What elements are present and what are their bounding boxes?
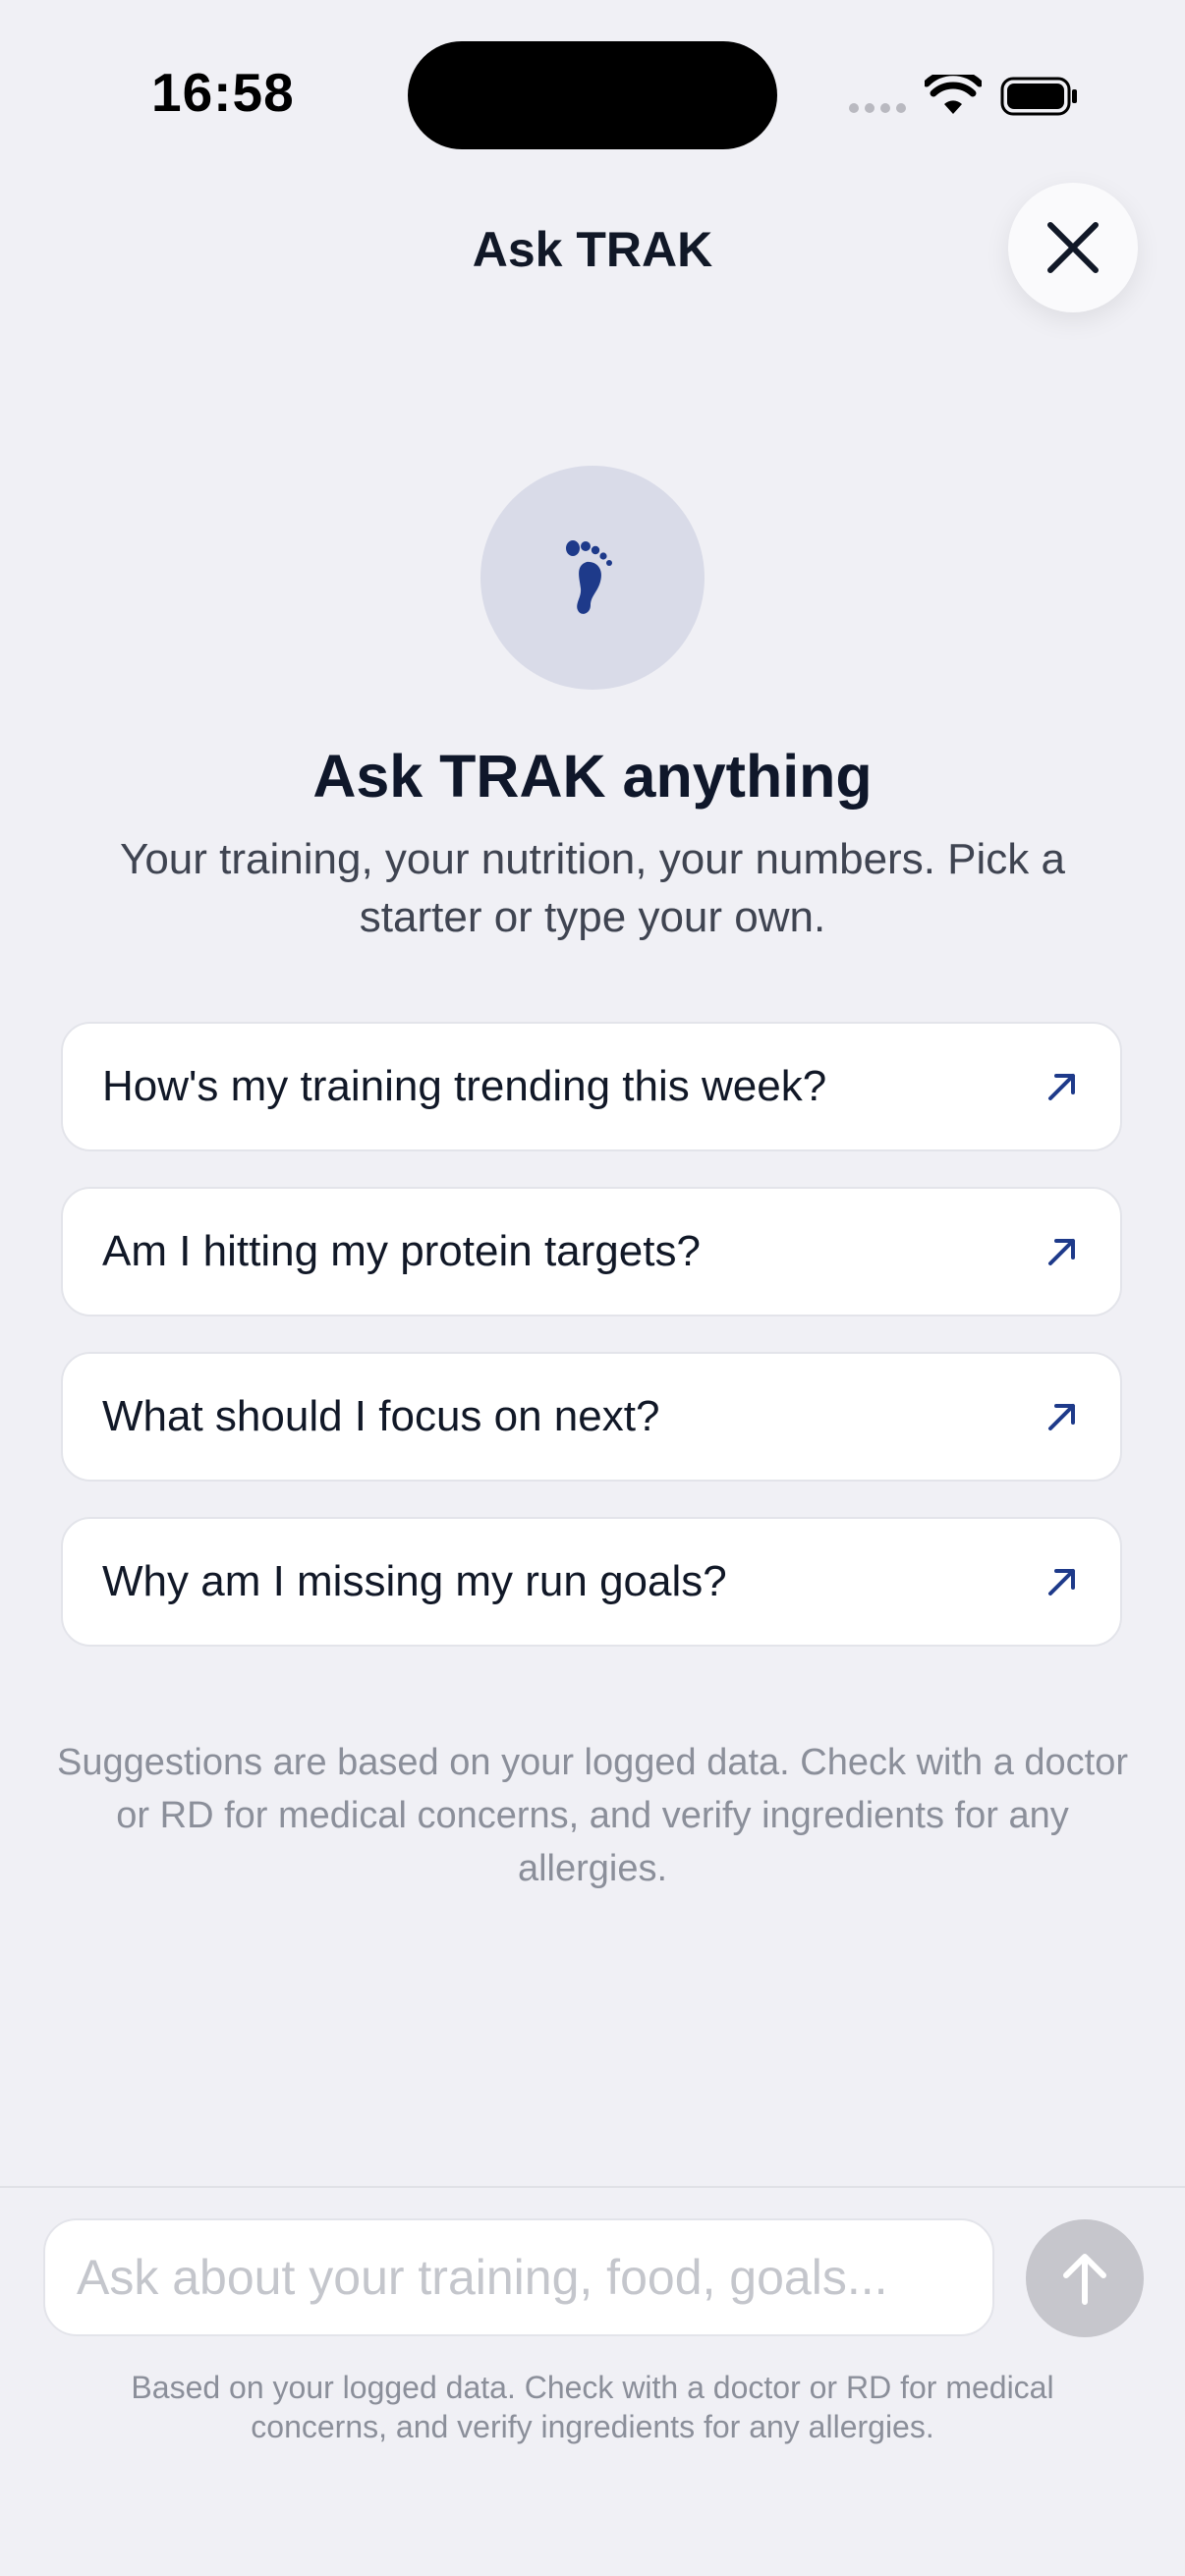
suggestion-training-trend[interactable]: How's my training trending this week? xyxy=(61,1022,1122,1151)
suggestion-focus-next[interactable]: What should I focus on next? xyxy=(61,1352,1122,1482)
arrow-up-right-icon xyxy=(1048,1404,1075,1430)
close-button[interactable] xyxy=(1008,183,1138,312)
arrow-up-icon xyxy=(1063,2254,1106,2305)
footprint-icon xyxy=(566,540,612,614)
footer-disclaimer: Based on your logged data. Check with a … xyxy=(131,2370,1054,2444)
suggestion-run-goals[interactable]: Why am I missing my run goals? xyxy=(61,1517,1122,1647)
suggestion-label: How's my training trending this week? xyxy=(102,1062,827,1110)
chat-input[interactable] xyxy=(43,2218,994,2336)
battery-icon xyxy=(1000,77,1077,116)
suggestions-disclaimer: Suggestions are based on your logged dat… xyxy=(56,1742,1129,1889)
wifi-icon xyxy=(925,75,982,114)
ask-trak-screen: 16:58 Ask TRAK Ask TRAK anything Your tr… xyxy=(0,0,1185,2576)
send-button[interactable] xyxy=(1026,2219,1144,2337)
dynamic-island xyxy=(408,41,777,149)
hero-avatar xyxy=(480,466,705,690)
composer-divider xyxy=(0,2186,1185,2188)
suggestion-label: What should I focus on next? xyxy=(102,1392,660,1440)
cellular-signal-icon xyxy=(849,103,906,113)
suggestion-label: Am I hitting my protein targets? xyxy=(102,1227,701,1275)
arrow-up-right-icon xyxy=(1048,1569,1075,1596)
hero-subtitle: Your training, your nutrition, your numb… xyxy=(120,835,1065,941)
close-icon xyxy=(1047,222,1099,273)
suggestion-label: Why am I missing my run goals? xyxy=(102,1557,727,1605)
arrow-up-right-icon xyxy=(1048,1239,1075,1265)
arrow-up-right-icon xyxy=(1048,1074,1075,1100)
status-time: 16:58 xyxy=(151,62,295,123)
suggestion-protein-targets[interactable]: Am I hitting my protein targets? xyxy=(61,1187,1122,1316)
hero-title: Ask TRAK anything xyxy=(312,743,873,810)
